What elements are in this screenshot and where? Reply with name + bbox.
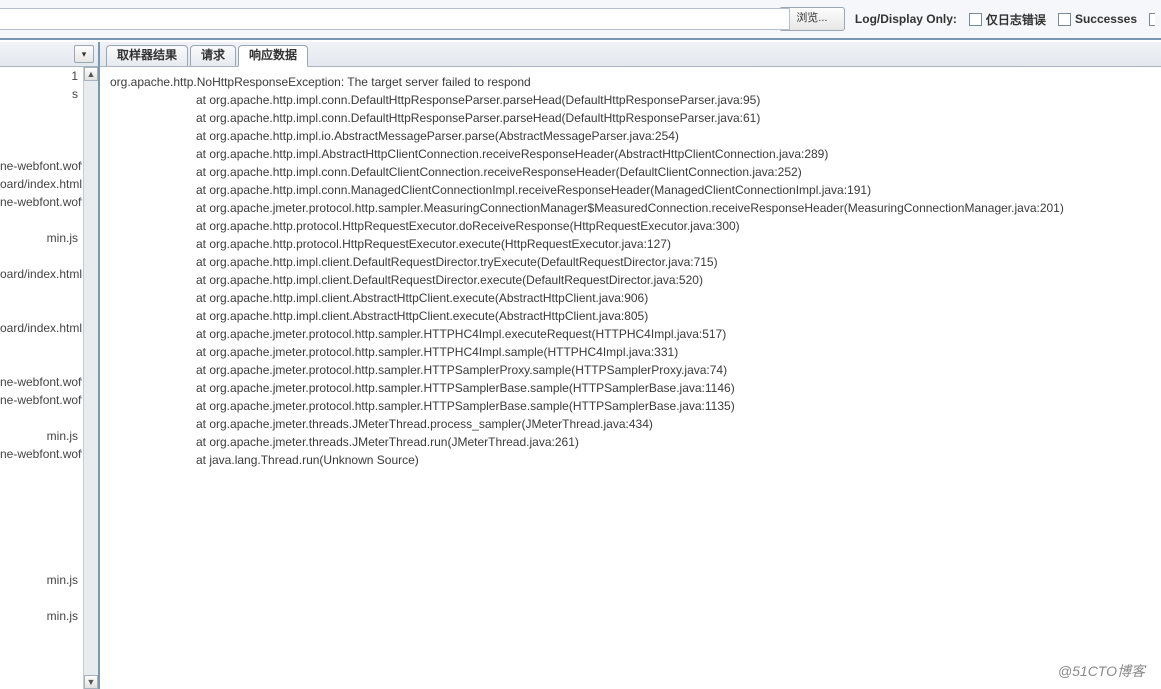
successes-label: Successes xyxy=(1075,12,1137,26)
stack-line: at org.apache.http.impl.client.DefaultRe… xyxy=(110,271,1151,289)
list-item[interactable]: ne-webfont.woff2 xyxy=(0,157,78,175)
log-errors-label: 仅日志错误 xyxy=(986,11,1046,28)
stack-line: at org.apache.http.impl.client.AbstractH… xyxy=(110,307,1151,325)
stack-line: at java.lang.Thread.run(Unknown Source) xyxy=(110,451,1151,469)
list-item[interactable]: 1 xyxy=(0,67,78,85)
stack-line: at org.apache.http.protocol.HttpRequestE… xyxy=(110,235,1151,253)
list-item[interactable]: ne-webfont.woff2 xyxy=(0,193,78,211)
list-item[interactable] xyxy=(0,409,78,427)
list-item[interactable] xyxy=(0,481,78,499)
list-item[interactable]: ne-webfont.woff2 xyxy=(0,445,78,463)
list-item[interactable]: oard/index.html xyxy=(0,265,78,283)
tab-bar: 取样器结果 请求 响应数据 xyxy=(100,42,1161,67)
list-item[interactable]: ne-webfont.woff2 xyxy=(0,391,78,409)
list-item[interactable]: min.js xyxy=(0,571,78,589)
list-item[interactable] xyxy=(0,247,78,265)
list-item[interactable]: min.js xyxy=(0,427,78,445)
list-item[interactable]: oard/index.html xyxy=(0,319,78,337)
sidebar-body: 1sne-webfont.woff2oard/index.htmlne-webf… xyxy=(0,67,98,689)
list-item[interactable] xyxy=(0,355,78,373)
list-item[interactable] xyxy=(0,589,78,607)
scroll-up-icon[interactable]: ▲ xyxy=(84,67,98,81)
stack-line: at org.apache.jmeter.threads.JMeterThrea… xyxy=(110,433,1151,451)
filter-dropdown[interactable]: ▾ xyxy=(74,45,94,63)
stack-line: at org.apache.jmeter.protocol.http.sampl… xyxy=(110,325,1151,343)
stack-line: at org.apache.jmeter.threads.JMeterThrea… xyxy=(110,415,1151,433)
stack-line: at org.apache.http.impl.io.AbstractMessa… xyxy=(110,127,1151,145)
stack-line: at org.apache.http.impl.AbstractHttpClie… xyxy=(110,145,1151,163)
list-item[interactable] xyxy=(0,103,78,121)
list-item[interactable] xyxy=(0,139,78,157)
content-panel: 取样器结果 请求 响应数据 org.apache.http.NoHttpResp… xyxy=(100,42,1161,689)
log-display-label: Log/Display Only: xyxy=(855,12,957,26)
log-errors-checkbox[interactable]: 仅日志错误 xyxy=(969,11,1046,28)
checkbox-icon xyxy=(1058,13,1071,26)
stack-line: at org.apache.http.impl.conn.DefaultHttp… xyxy=(110,109,1151,127)
tab-sampler-result[interactable]: 取样器结果 xyxy=(106,45,188,66)
stack-head: org.apache.http.NoHttpResponseException:… xyxy=(110,73,1151,91)
tab-request[interactable]: 请求 xyxy=(190,45,236,66)
successes-checkbox[interactable]: Successes xyxy=(1058,12,1137,26)
list-item[interactable]: min.js xyxy=(0,229,78,247)
tab-response-data[interactable]: 响应数据 xyxy=(238,45,308,67)
sidebar-scrollbar[interactable]: ▲ ▼ xyxy=(83,67,98,689)
results-tree-panel: ▾ 1sne-webfont.woff2oard/index.htmlne-we… xyxy=(0,42,100,689)
sidebar-header: ▾ xyxy=(0,42,98,67)
list-item[interactable] xyxy=(0,535,78,553)
stack-line: at org.apache.http.impl.conn.ManagedClie… xyxy=(110,181,1151,199)
main-area: ▾ 1sne-webfont.woff2oard/index.htmlne-we… xyxy=(0,42,1161,689)
list-item[interactable] xyxy=(0,517,78,535)
results-list[interactable]: 1sne-webfont.woff2oard/index.htmlne-webf… xyxy=(0,67,82,689)
stack-line: at org.apache.jmeter.protocol.http.sampl… xyxy=(110,397,1151,415)
list-item[interactable] xyxy=(0,121,78,139)
stack-line: at org.apache.http.impl.conn.DefaultClie… xyxy=(110,163,1151,181)
stack-line: at org.apache.http.impl.client.AbstractH… xyxy=(110,289,1151,307)
checkbox-icon xyxy=(969,13,982,26)
list-item[interactable]: min.js xyxy=(0,607,78,625)
stack-line: at org.apache.http.protocol.HttpRequestE… xyxy=(110,217,1151,235)
list-item[interactable] xyxy=(0,211,78,229)
stack-line: at org.apache.jmeter.protocol.http.sampl… xyxy=(110,361,1151,379)
list-item[interactable] xyxy=(0,283,78,301)
toolbar: 浏览... Log/Display Only: 仅日志错误 Successes xyxy=(0,0,1161,40)
list-item[interactable]: ne-webfont.woff2 xyxy=(0,373,78,391)
list-item[interactable] xyxy=(0,301,78,319)
stack-line: at org.apache.jmeter.protocol.http.sampl… xyxy=(110,343,1151,361)
list-item[interactable] xyxy=(0,499,78,517)
stack-line: at org.apache.jmeter.protocol.http.sampl… xyxy=(110,199,1151,217)
truncated-checkbox[interactable] xyxy=(1149,13,1155,26)
stack-line: at org.apache.jmeter.protocol.http.sampl… xyxy=(110,379,1151,397)
list-item[interactable]: s xyxy=(0,85,78,103)
response-text[interactable]: org.apache.http.NoHttpResponseException:… xyxy=(100,67,1161,689)
stack-line: at org.apache.http.impl.conn.DefaultHttp… xyxy=(110,91,1151,109)
stack-line: at org.apache.http.impl.client.DefaultRe… xyxy=(110,253,1151,271)
list-item[interactable] xyxy=(0,463,78,481)
scroll-down-icon[interactable]: ▼ xyxy=(84,675,98,689)
list-item[interactable] xyxy=(0,553,78,571)
filter-input[interactable] xyxy=(0,8,790,30)
list-item[interactable]: oard/index.html xyxy=(0,175,78,193)
list-item[interactable] xyxy=(0,337,78,355)
